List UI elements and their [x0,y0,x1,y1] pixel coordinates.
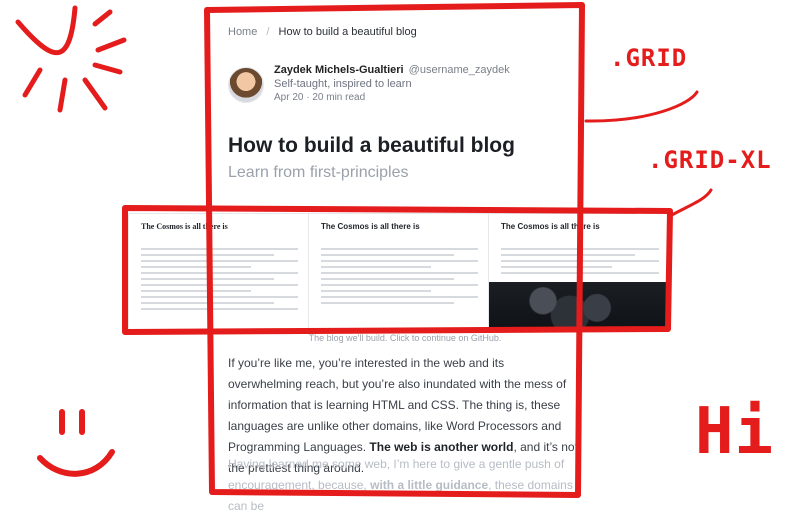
author-tagline: Self-taught, inspired to learn [274,78,412,90]
preview-line [321,278,455,280]
preview-line [321,260,478,262]
sun-ray [92,9,113,27]
preview-image [489,282,669,329]
preview-line [321,296,478,298]
preview-panel-1: The Cosmos is all there is [129,214,309,329]
author-meta: Apr 20 · 20 min read [274,92,366,103]
annotation-grid-xl-label: .GRID-XL [648,146,772,174]
preview-line [501,248,659,250]
avatar [228,67,264,103]
preview-line [141,248,298,250]
preview-line [501,254,636,256]
author-name[interactable]: Zaydek Michels-Gualtieri [274,64,404,76]
preview-line [321,254,455,256]
preview-line [321,266,431,268]
preview-panel-title: The Cosmos is all there is [141,222,228,231]
annotation-hi: Hi [695,395,775,469]
preview-line [141,272,298,274]
preview-line [141,278,275,280]
preview-panel-text-lines [321,244,478,308]
preview-caption[interactable]: The blog we'll build. Click to continue … [255,333,555,343]
paragraph-2: Having learned me some web, I’m here to … [228,454,578,517]
annotation-grid-label: .GRID [610,44,688,72]
sun-ray [22,67,43,98]
preview-panel-2: The Cosmos is all there is [309,214,489,329]
author-block: Zaydek Michels-Gualtieri @username_zayde… [228,64,510,103]
sun-ray [92,62,123,75]
post-title: How to build a beautiful blog [228,134,515,157]
grid-xl-label-connector [668,188,713,218]
blog-preview-strip[interactable]: The Cosmos is all there is The Cosmos is… [128,213,670,330]
breadcrumb-home-link[interactable]: Home [228,26,257,38]
paragraph-1-strong: The web is another world [369,440,514,454]
sun-ray [95,37,127,53]
author-lines: Zaydek Michels-Gualtieri @username_zayde… [274,64,510,103]
preview-line [501,272,659,274]
preview-line [321,284,478,286]
preview-line [501,266,612,268]
preview-line [141,308,298,310]
sun-ray [82,77,108,111]
preview-line [321,290,431,292]
preview-line [321,302,455,304]
preview-line [141,254,275,256]
post-subtitle: Learn from first-principles [228,164,409,181]
breadcrumb-separator: / [266,26,270,38]
preview-line [141,302,275,304]
preview-line [321,248,478,250]
sun-arc [15,5,78,55]
grid-label-connector [584,90,699,123]
preview-panel-3: The Cosmos is all there is [489,214,669,329]
preview-line [141,266,251,268]
preview-line [501,260,659,262]
sun-ray [57,77,68,113]
preview-panel-text-lines [501,244,659,278]
preview-line [141,260,298,262]
preview-line [141,290,251,292]
preview-panel-title: The Cosmos is all there is [501,222,600,231]
preview-panel-title: The Cosmos is all there is [321,222,420,231]
breadcrumb-current: How to build a beautiful blog [278,26,417,38]
smiley-mouth [37,449,115,477]
breadcrumb: Home / How to build a beautiful blog [228,26,417,38]
preview-panel-text-lines [141,244,298,314]
author-name-row: Zaydek Michels-Gualtieri @username_zayde… [274,64,510,76]
author-handle[interactable]: @username_zaydek [409,64,510,76]
preview-line [141,284,298,286]
preview-line [321,272,478,274]
paragraph-2-strong: with a little guidance [370,478,489,492]
preview-line [141,296,298,298]
